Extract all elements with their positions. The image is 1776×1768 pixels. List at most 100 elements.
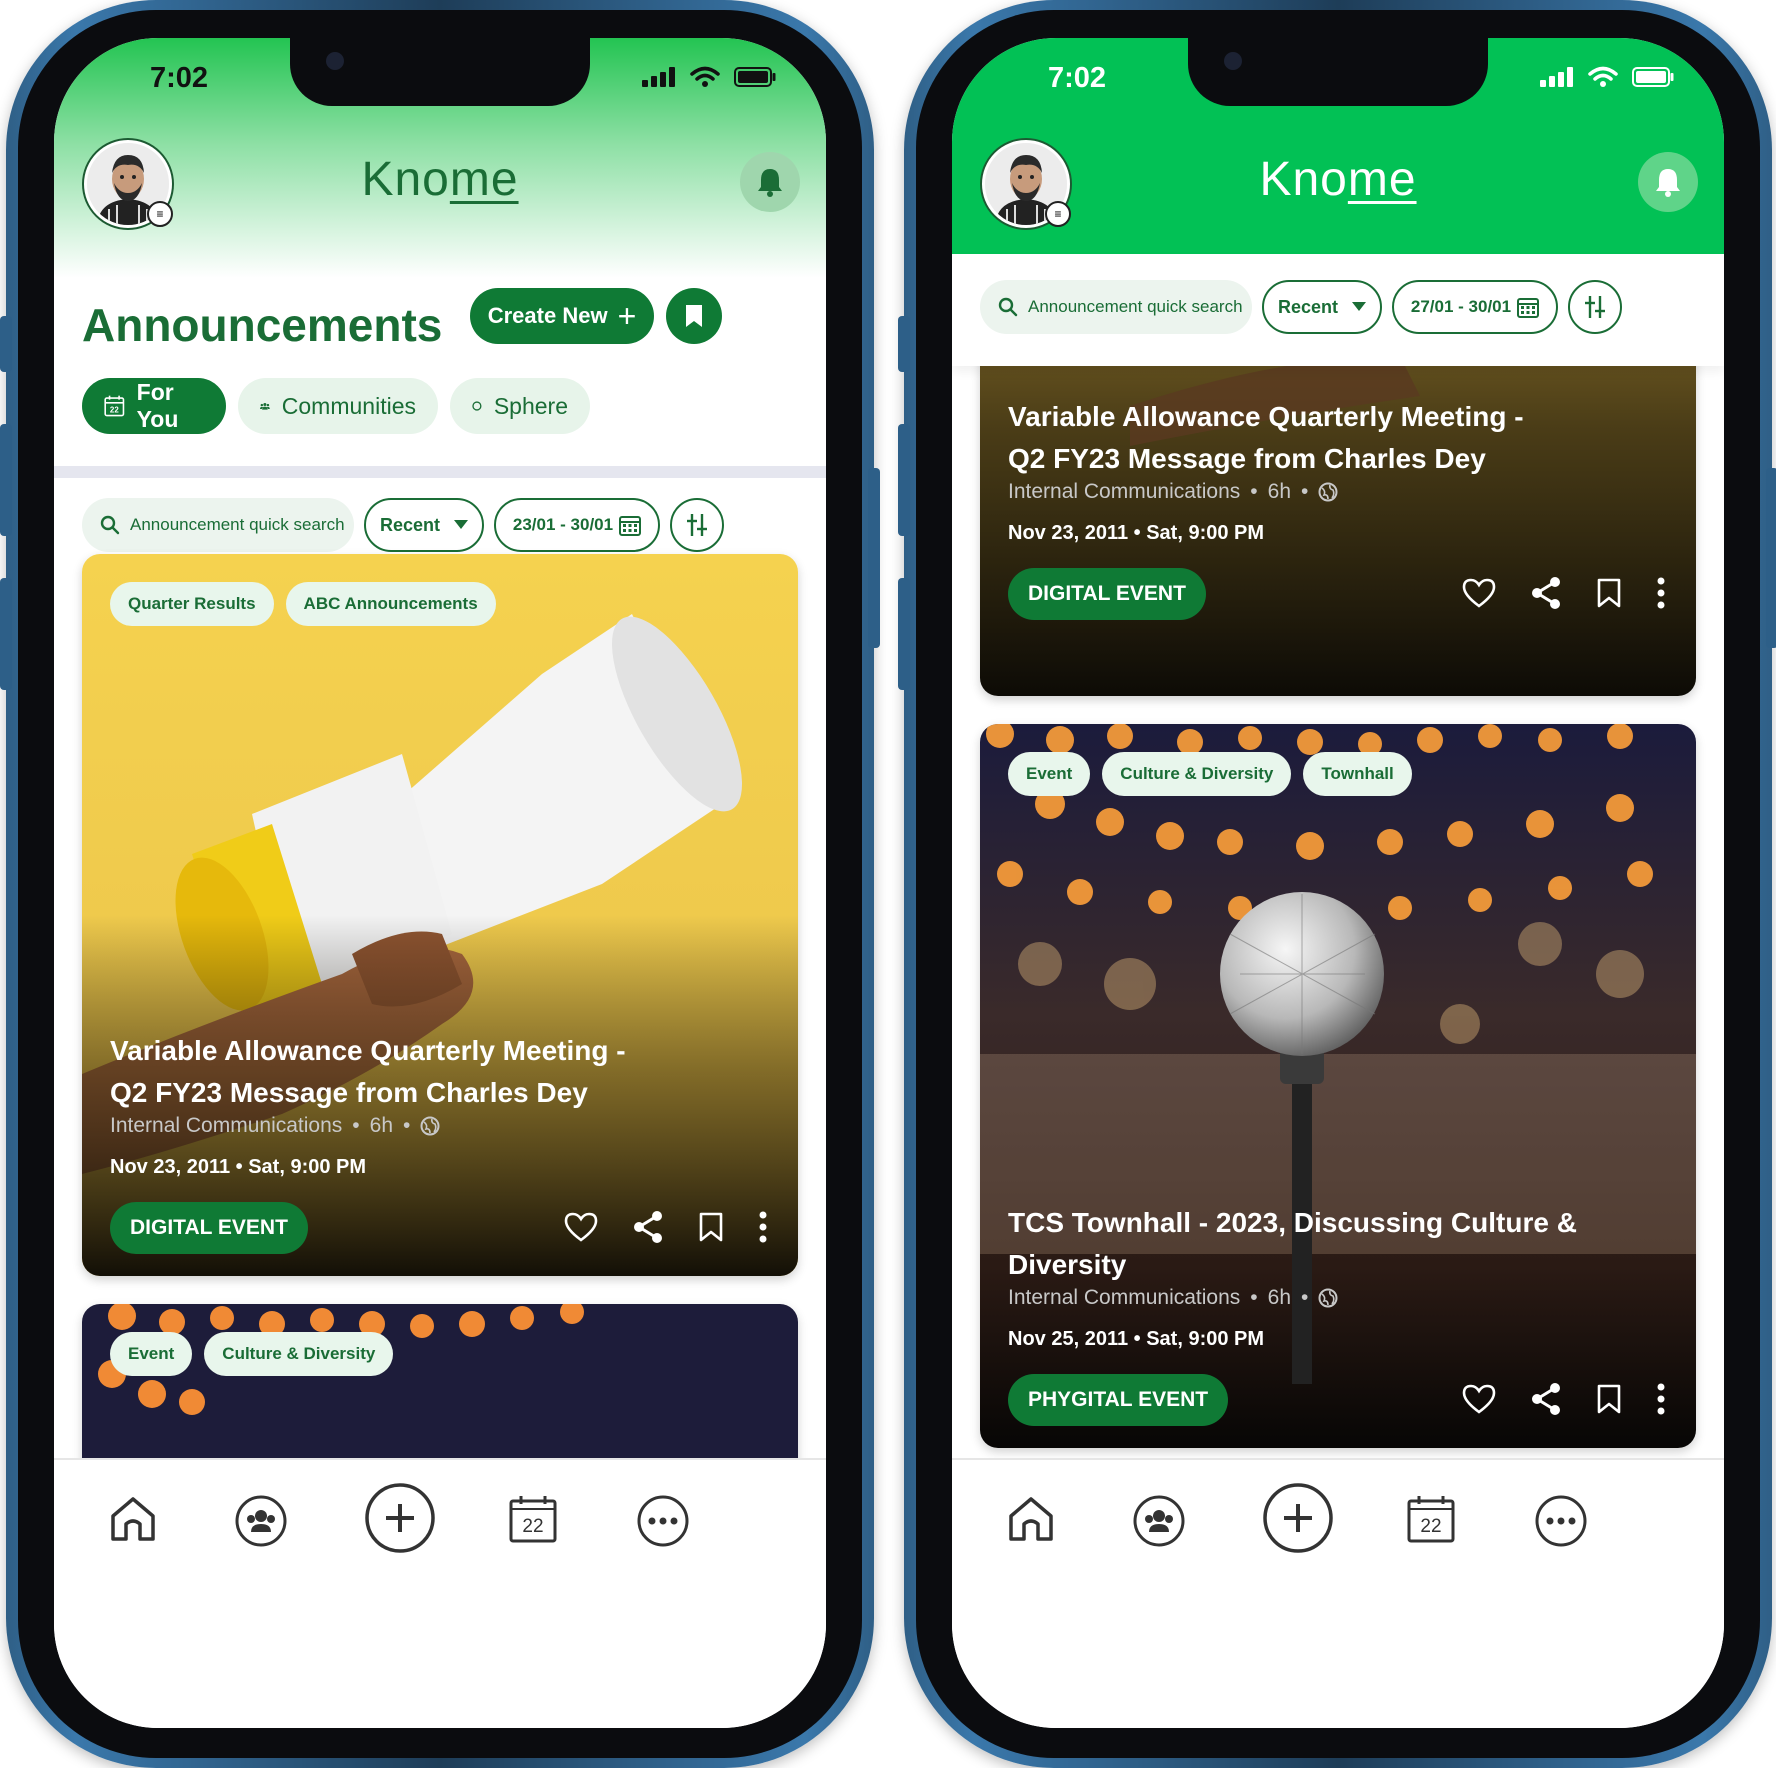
heart-icon[interactable] xyxy=(1462,1383,1496,1415)
nav-calendar[interactable]: 22 xyxy=(508,1494,558,1544)
event-type-badge: DIGITAL EVENT xyxy=(1008,568,1206,620)
app-logo: Knome xyxy=(361,153,519,206)
signal-icon xyxy=(642,67,675,87)
create-new-button[interactable]: Create New + xyxy=(470,288,654,344)
announcement-card[interactable]: Quarter Results ABC Announcements Variab… xyxy=(82,554,798,1276)
sliders-icon xyxy=(1585,296,1605,318)
nav-communities[interactable] xyxy=(234,1494,288,1548)
battery-icon xyxy=(734,67,776,87)
date-range-picker[interactable]: 27/01 - 30/01 xyxy=(1392,280,1558,334)
svg-text:22: 22 xyxy=(522,1516,543,1537)
bottom-nav: 22 xyxy=(952,1458,1724,1728)
screen-left: 7:02 ≡ Knome Announcements Create New+ xyxy=(54,38,826,1728)
nav-create[interactable] xyxy=(364,1482,436,1554)
card-actions xyxy=(564,1210,768,1244)
mute-switch xyxy=(898,316,910,372)
filter-button[interactable] xyxy=(1568,280,1622,334)
saved-button[interactable] xyxy=(666,288,722,344)
tag-chip[interactable]: Townhall xyxy=(1303,752,1412,796)
card-source[interactable]: Internal Communications xyxy=(1008,480,1240,504)
nav-create[interactable] xyxy=(1262,1482,1334,1554)
chevron-down-icon xyxy=(1352,302,1367,311)
section-divider xyxy=(54,466,826,478)
sort-dropdown[interactable]: Recent xyxy=(1262,280,1382,334)
calendar-icon: 22 xyxy=(509,1496,557,1543)
power-button xyxy=(868,468,880,648)
phone-frame-right: Variable Allowance Quarterly Meeting - Q… xyxy=(898,0,1776,1768)
volume-up-button xyxy=(0,424,12,536)
sort-dropdown[interactable]: Recent xyxy=(364,498,484,552)
card-title[interactable]: Variable Allowance Quarterly Meeting - Q… xyxy=(1008,396,1568,480)
bookmark-icon[interactable] xyxy=(1596,1383,1622,1415)
share-icon[interactable] xyxy=(1530,1382,1562,1416)
mute-switch xyxy=(0,316,12,372)
battery-icon xyxy=(1632,67,1674,87)
tab-communities[interactable]: Communities xyxy=(238,378,438,434)
app-logo: Knome xyxy=(1259,153,1417,206)
filter-bar: Announcement quick search Recent 23/01 -… xyxy=(54,498,826,554)
share-icon[interactable] xyxy=(1530,576,1562,610)
tag-chip[interactable]: Culture & Diversity xyxy=(204,1332,394,1376)
tab-for-you[interactable]: 22 For You xyxy=(82,378,226,434)
svg-text:22: 22 xyxy=(1420,1516,1441,1537)
announcement-card[interactable]: Event Culture & Diversity Townhall TCS T… xyxy=(980,724,1696,1448)
add-circle-icon xyxy=(1263,1483,1333,1553)
heart-icon[interactable] xyxy=(564,1211,598,1243)
heart-icon[interactable] xyxy=(1462,577,1496,609)
nav-home[interactable] xyxy=(108,1494,158,1544)
card-meta: Internal Communications • 6h • xyxy=(1008,1286,1338,1310)
svg-text:22: 22 xyxy=(110,405,119,414)
nav-more[interactable] xyxy=(636,1494,690,1548)
sliders-icon xyxy=(687,514,707,536)
calendar-icon: 22 xyxy=(104,395,125,417)
card-meta: Internal Communications • 6h • xyxy=(1008,480,1338,504)
calendar-grid-icon xyxy=(619,516,642,536)
volume-down-button xyxy=(898,578,910,690)
bookmark-icon xyxy=(686,305,702,327)
tag-chip[interactable]: Culture & Diversity xyxy=(1102,752,1292,796)
card-title[interactable]: Variable Allowance Quarterly Meeting - Q… xyxy=(110,1030,670,1114)
signal-icon xyxy=(1540,67,1573,87)
share-icon[interactable] xyxy=(632,1210,664,1244)
bookmark-icon[interactable] xyxy=(698,1211,724,1243)
globe-icon xyxy=(1318,1288,1338,1308)
tag-chip[interactable]: Quarter Results xyxy=(110,582,274,626)
tag-chip[interactable]: Event xyxy=(1008,752,1091,796)
bookmark-icon[interactable] xyxy=(1596,577,1622,609)
community-icon xyxy=(1133,1495,1185,1547)
event-type-badge: PHYGITAL EVENT xyxy=(1008,1374,1229,1426)
more-vertical-icon[interactable] xyxy=(758,1211,768,1243)
search-input[interactable]: Announcement quick search xyxy=(980,280,1252,334)
notch xyxy=(290,38,590,106)
screen-right: Variable Allowance Quarterly Meeting - Q… xyxy=(952,38,1724,1728)
more-icon xyxy=(1535,1495,1587,1547)
tag-chip[interactable]: ABC Announcements xyxy=(285,582,496,626)
circle-icon xyxy=(472,401,482,411)
nav-communities[interactable] xyxy=(1132,1494,1186,1548)
sticky-filter-bar: Announcement quick search Recent 27/01 -… xyxy=(952,254,1724,366)
nav-calendar[interactable]: 22 xyxy=(1406,1494,1456,1544)
search-input[interactable]: Announcement quick search xyxy=(82,498,354,552)
more-vertical-icon[interactable] xyxy=(1656,1383,1666,1415)
nav-more[interactable] xyxy=(1534,1494,1588,1548)
filter-bar: Announcement quick search Recent 27/01 -… xyxy=(952,280,1724,336)
card-source[interactable]: Internal Communications xyxy=(1008,1286,1240,1310)
more-vertical-icon[interactable] xyxy=(1656,577,1666,609)
card-source[interactable]: Internal Communications xyxy=(110,1114,342,1138)
bottom-nav: 22 xyxy=(54,1458,826,1728)
volume-up-button xyxy=(898,424,910,536)
page-title: Announcements xyxy=(82,299,443,351)
filter-button[interactable] xyxy=(670,498,724,552)
notifications-button[interactable] xyxy=(1638,152,1698,212)
nav-home[interactable] xyxy=(1006,1494,1056,1544)
more-icon xyxy=(637,1495,689,1547)
card-actions xyxy=(1462,576,1666,610)
tab-sphere[interactable]: Sphere xyxy=(450,378,590,434)
notch xyxy=(1188,38,1488,106)
card-title[interactable]: TCS Townhall - 2023, Discussing Culture … xyxy=(1008,1202,1608,1286)
tag-chip[interactable]: Event xyxy=(110,1332,193,1376)
date-range-picker[interactable]: 23/01 - 30/01 xyxy=(494,498,660,552)
chevron-down-icon xyxy=(454,520,469,529)
notifications-button[interactable] xyxy=(740,152,800,212)
card-age: 6h xyxy=(1267,1286,1291,1309)
